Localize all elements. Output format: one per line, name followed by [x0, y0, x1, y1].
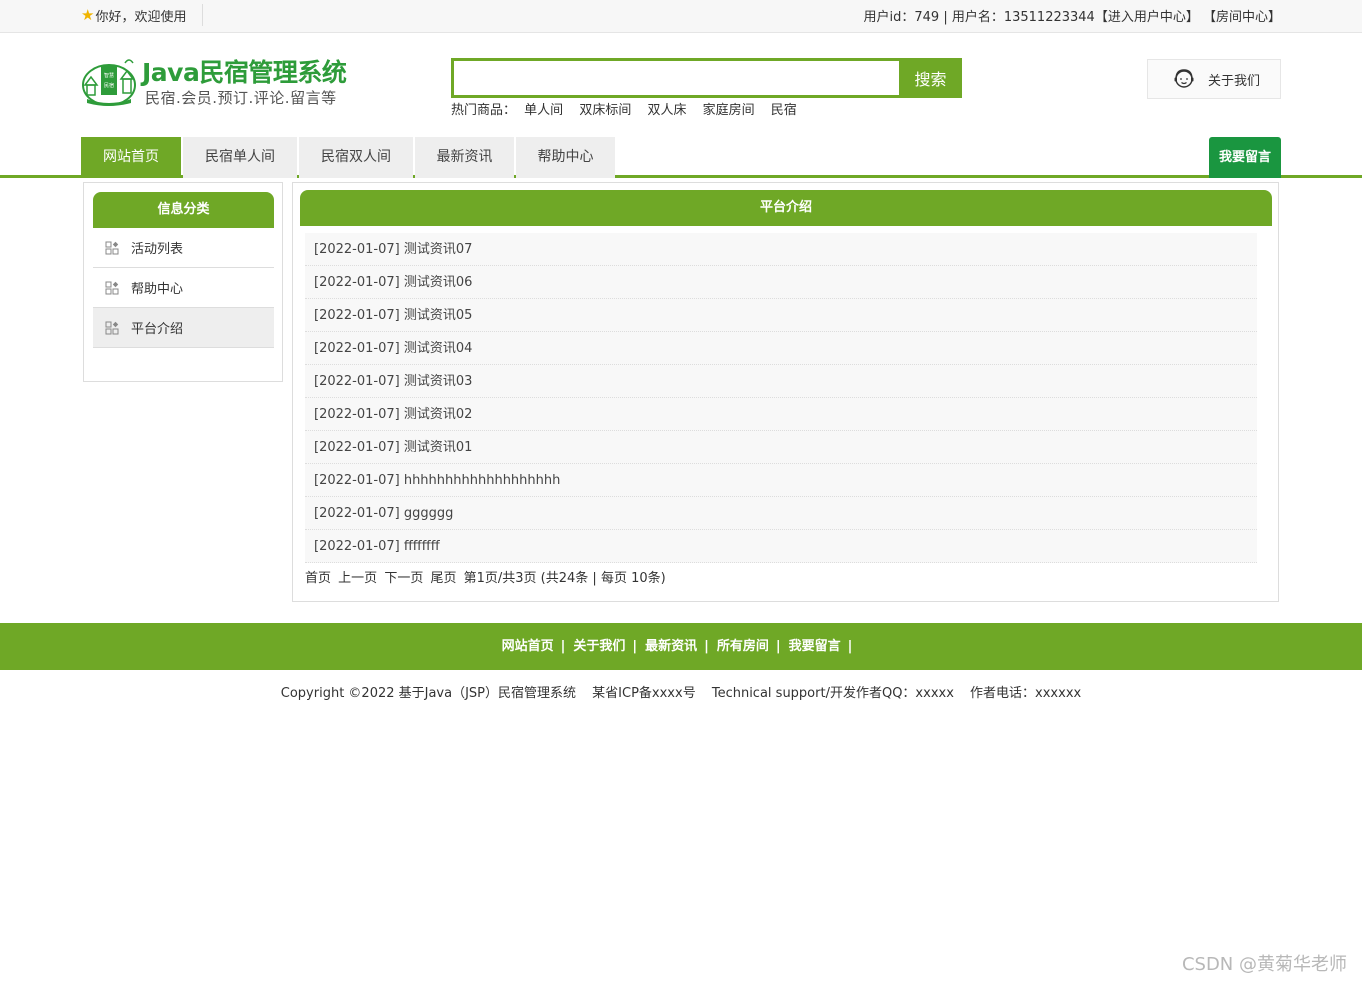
copyright: Copyright ©2022 基于Java（JSP）民宿管理系统 某省ICP备… — [0, 682, 1362, 701]
hot-item-double[interactable]: 双人床 — [647, 103, 686, 118]
divider — [202, 4, 203, 26]
news-item[interactable]: [2022-01-07] 测试资讯06 — [305, 266, 1257, 299]
pager-prev[interactable]: 上一页 — [338, 571, 377, 586]
nav-tab-single-room[interactable]: 民宿单人间 — [183, 137, 297, 178]
site-logo[interactable]: 智慧 民宿 Java民宿管理系统 民宿.会员.预订.评论.留言等 — [81, 53, 351, 109]
about-us-label: 关于我们 — [1208, 73, 1261, 89]
logo-title: Java民宿管理系统 — [142, 58, 347, 87]
hot-label: 热门商品： — [451, 103, 517, 118]
hot-items: 热门商品： 单人间 双床标间 双人床 家庭房间 民宿 — [451, 99, 809, 118]
footer-links: 网站首页 | 关于我们 | 最新资讯 | 所有房间 | 我要留言 | — [0, 623, 1362, 670]
sidebar-item-platform-intro[interactable]: 平台介绍 — [93, 308, 274, 348]
support-text: Technical support/开发作者QQ：xxxxx — [711, 686, 954, 701]
pagination: 首页 上一页 下一页 尾页 第1页/共3页 (共24条 | 每页 10条) — [305, 567, 666, 586]
footer-separator: | — [775, 639, 781, 654]
news-item[interactable]: [2022-01-07] 测试资讯05 — [305, 299, 1257, 332]
pager-last[interactable]: 尾页 — [430, 571, 456, 586]
grid-icon — [105, 281, 119, 294]
logo-subtitle: 民宿.会员.预订.评论.留言等 — [145, 89, 337, 107]
news-item[interactable]: [2022-01-07] 测试资讯07 — [305, 233, 1257, 266]
user-center-link[interactable]: 【进入用户中心】 — [1095, 10, 1199, 25]
sidebar-item-activities[interactable]: 活动列表 — [93, 228, 274, 268]
pager-info: 第1页/共3页 (共24条 | 每页 10条) — [463, 571, 666, 586]
footer-link-about[interactable]: 关于我们 — [573, 639, 625, 654]
category-sidebar: 信息分类 活动列表 帮助中心 平台介绍 — [83, 182, 283, 382]
footer-separator: | — [632, 639, 638, 654]
news-list: [2022-01-07] 测试资讯07 [2022-01-07] 测试资讯06 … — [305, 233, 1257, 563]
news-item[interactable]: [2022-01-07] 测试资讯04 — [305, 332, 1257, 365]
footer-separator: | — [847, 639, 853, 654]
copyright-text: Copyright ©2022 基于Java（JSP）民宿管理系统 — [280, 686, 577, 701]
hot-item-twin[interactable]: 双床标间 — [579, 103, 631, 118]
leave-message-button[interactable]: 我要留言 — [1209, 137, 1281, 178]
top-bar: ★ 你好，欢迎使用 用户id：749 | 用户名：13511223344【进入用… — [0, 0, 1362, 33]
user-info: 用户id：749 | 用户名：13511223344【进入用户中心】 【房间中心… — [863, 10, 1281, 25]
nav-tab-home[interactable]: 网站首页 — [81, 137, 181, 178]
footer-link-news[interactable]: 最新资讯 — [645, 639, 697, 654]
footer-link-home[interactable]: 网站首页 — [502, 639, 554, 654]
panel-title: 平台介绍 — [300, 190, 1272, 226]
sidebar-item-help[interactable]: 帮助中心 — [93, 268, 274, 308]
welcome-text: ★ 你好，欢迎使用 — [81, 6, 187, 26]
hot-item-single[interactable]: 单人间 — [524, 103, 563, 118]
footer-separator: | — [560, 639, 566, 654]
footer-link-message[interactable]: 我要留言 — [789, 639, 841, 654]
grid-icon — [105, 241, 119, 254]
news-item[interactable]: [2022-01-07] ffffffff — [305, 530, 1257, 563]
customer-service-icon — [1174, 69, 1194, 88]
footer-link-rooms[interactable]: 所有房间 — [717, 639, 769, 654]
pager-first[interactable]: 首页 — [305, 571, 331, 586]
footer-separator: | — [704, 639, 709, 654]
logo-badge-top: 智慧 — [104, 72, 114, 79]
room-center-link[interactable]: 【房间中心】 — [1203, 10, 1281, 25]
news-item[interactable]: [2022-01-07] 测试资讯03 — [305, 365, 1257, 398]
hot-item-family[interactable]: 家庭房间 — [703, 103, 755, 118]
about-us-button[interactable]: 关于我们 — [1147, 59, 1281, 99]
nav-tab-double-room[interactable]: 民宿双人间 — [299, 137, 413, 178]
pager-next[interactable]: 下一页 — [384, 571, 423, 586]
news-item[interactable]: [2022-01-07] 测试资讯01 — [305, 431, 1257, 464]
nav-tab-help[interactable]: 帮助中心 — [516, 137, 615, 178]
news-item[interactable]: [2022-01-07] hhhhhhhhhhhhhhhhhhh — [305, 464, 1257, 497]
grid-icon — [105, 321, 119, 334]
search-box: 搜索 — [451, 58, 962, 98]
icp-text: 某省ICP备xxxx号 — [592, 686, 696, 701]
nav-tab-news[interactable]: 最新资讯 — [415, 137, 514, 178]
content-panel: 平台介绍 [2022-01-07] 测试资讯07 [2022-01-07] 测试… — [292, 182, 1279, 602]
logo-house-icon: 智慧 民宿 — [82, 59, 136, 106]
header: 智慧 民宿 Java民宿管理系统 民宿.会员.预订.评论.留言等 搜索 热门商品… — [0, 33, 1362, 135]
star-icon: ★ — [81, 6, 95, 24]
search-input[interactable] — [454, 61, 900, 95]
sidebar-title: 信息分类 — [93, 192, 274, 228]
phone-text: 作者电话：xxxxxx — [970, 686, 1082, 701]
news-item[interactable]: [2022-01-07] gggggg — [305, 497, 1257, 530]
search-button[interactable]: 搜索 — [899, 58, 962, 98]
hot-item-homestay[interactable]: 民宿 — [771, 103, 797, 118]
watermark: CSDN @黄菊华老师 — [1181, 954, 1347, 975]
news-item[interactable]: [2022-01-07] 测试资讯02 — [305, 398, 1257, 431]
main-nav: 网站首页 民宿单人间 民宿双人间 最新资讯 帮助中心 我要留言 — [0, 135, 1362, 178]
logo-badge-bottom: 民宿 — [104, 82, 114, 89]
